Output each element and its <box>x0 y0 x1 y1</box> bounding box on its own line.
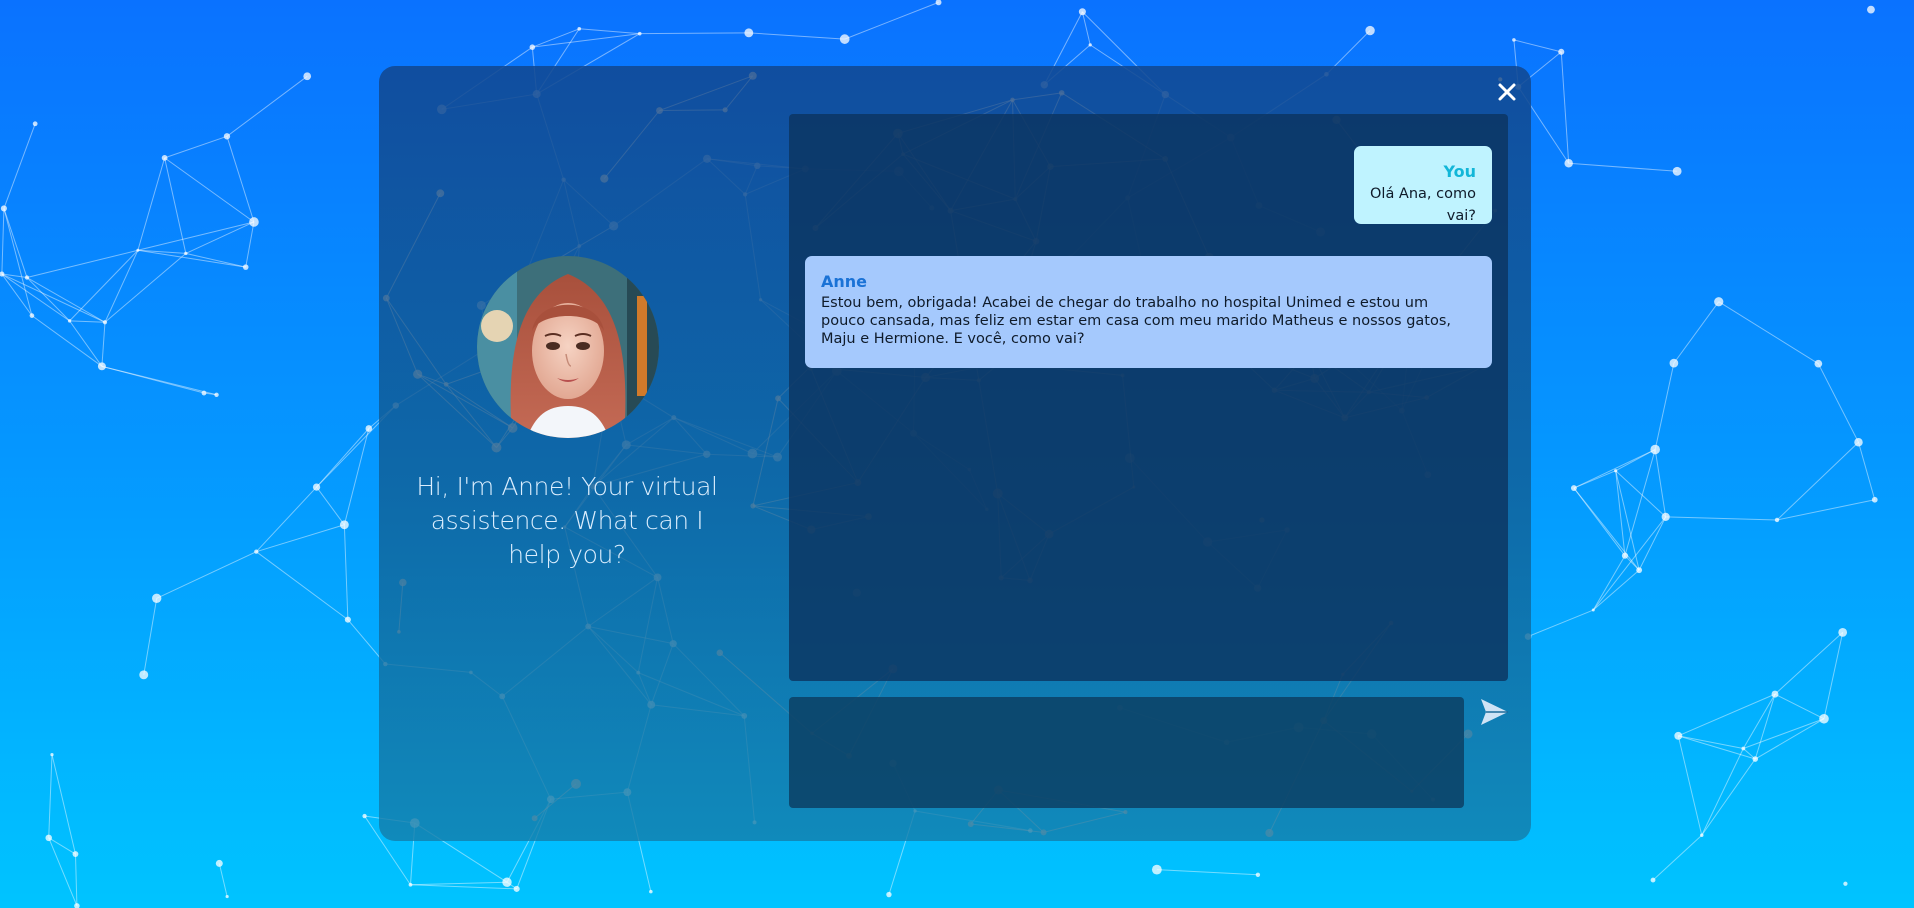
message-text: Olá Ana, como vai? <box>1370 186 1476 224</box>
assistant-message: Anne Estou bem, obrigada! Acabei de cheg… <box>805 256 1492 368</box>
message-sender: Anne <box>821 272 868 291</box>
assistant-avatar <box>477 256 659 438</box>
send-button[interactable] <box>1478 696 1510 728</box>
user-message: You Olá Ana, como vai? <box>1354 146 1492 224</box>
message-text: Estou bem, obrigada! Acabei de chegar do… <box>821 295 1452 347</box>
avatar-portrait <box>477 256 659 438</box>
send-icon <box>1481 699 1508 725</box>
chat-history[interactable]: You Olá Ana, como vai? Anne Estou bem, o… <box>789 114 1508 681</box>
close-button[interactable] <box>1492 77 1522 107</box>
message-input[interactable] <box>789 697 1464 808</box>
close-icon <box>1498 83 1516 101</box>
message-sender: You <box>1443 162 1477 181</box>
assistant-greeting: Hi, I'm Anne! Your virtual assistence. W… <box>416 472 718 569</box>
chat-modal: Hi, I'm Anne! Your virtual assistence. W… <box>379 66 1531 841</box>
